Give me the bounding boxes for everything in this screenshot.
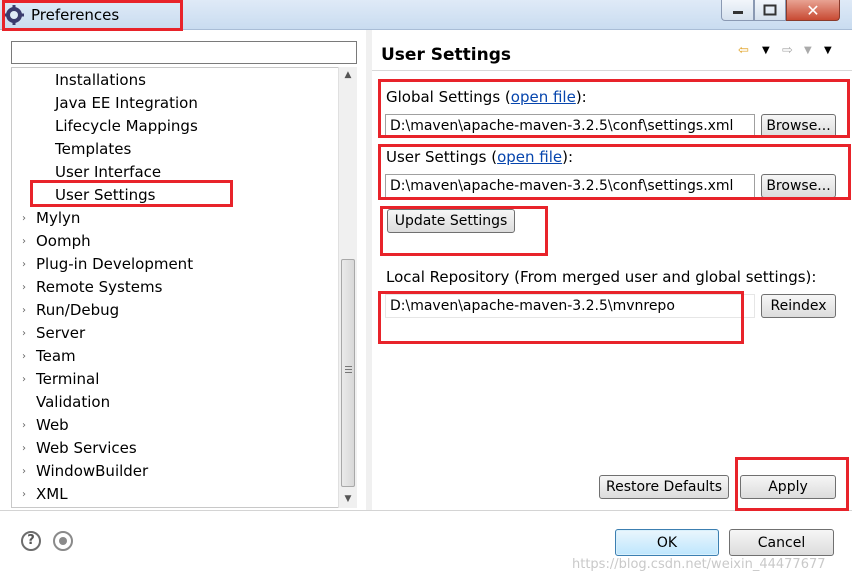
tree-item-team[interactable]: Team: [36, 347, 76, 366]
history-nav: ⇦ ▼ ⇨ ▼ ▼: [738, 42, 838, 60]
tree-item-plug-in-development[interactable]: Plug-in Development: [36, 255, 193, 274]
cancel-button[interactable]: Cancel: [729, 529, 834, 556]
maximize-icon: [763, 4, 777, 16]
expand-arrow-icon[interactable]: ›: [22, 485, 26, 504]
back-dropdown-icon[interactable]: ▼: [762, 42, 770, 60]
update-settings-button[interactable]: Update Settings: [387, 209, 515, 233]
scroll-up-arrow-icon[interactable]: ▲: [339, 67, 357, 84]
panel-sash[interactable]: [366, 30, 372, 510]
tree-item-xml[interactable]: XML: [36, 485, 68, 504]
grip-line: [345, 372, 352, 373]
user-settings-label-suffix: ):: [562, 148, 574, 166]
minimize-button[interactable]: [721, 0, 754, 21]
expand-arrow-icon[interactable]: ›: [22, 416, 26, 435]
expand-arrow-icon[interactable]: ›: [22, 324, 26, 343]
tree-item-installations[interactable]: Installations: [55, 71, 146, 90]
user-settings-label-text: User Settings (: [386, 148, 498, 166]
expand-arrow-icon[interactable]: ›: [22, 439, 26, 458]
expand-arrow-icon[interactable]: ›: [22, 370, 26, 389]
user-settings-path-field[interactable]: D:\maven\apache-maven-3.2.5\conf\setting…: [385, 174, 755, 198]
footer-divider: [0, 510, 852, 511]
grip-line: [345, 366, 352, 367]
expand-arrow-icon[interactable]: ›: [22, 232, 26, 251]
tree-item-validation[interactable]: Validation: [36, 393, 110, 412]
global-settings-label-text: Global Settings (: [386, 88, 511, 106]
tree-item-java-ee-integration[interactable]: Java EE Integration: [55, 94, 198, 113]
tree-item-lifecycle-mappings[interactable]: Lifecycle Mappings: [55, 117, 198, 136]
global-open-file-link[interactable]: open file: [511, 88, 576, 106]
tree-item-web[interactable]: Web: [36, 416, 69, 435]
user-open-file-link[interactable]: open file: [497, 148, 562, 166]
tree-item-server[interactable]: Server: [36, 324, 85, 343]
expand-arrow-icon[interactable]: ›: [22, 462, 26, 481]
ok-button[interactable]: OK: [615, 529, 719, 556]
tree-item-web-services[interactable]: Web Services: [36, 439, 137, 458]
tree-scrollbar[interactable]: ▲ ▼: [338, 67, 357, 508]
expand-arrow-icon[interactable]: ›: [22, 278, 26, 297]
minimize-icon: [732, 11, 743, 14]
forward-arrow-icon[interactable]: ⇨: [782, 42, 793, 60]
global-settings-label-suffix: ):: [575, 88, 587, 106]
tree-item-oomph[interactable]: Oomph: [36, 232, 91, 251]
expand-arrow-icon[interactable]: ›: [22, 255, 26, 274]
tree-item-templates[interactable]: Templates: [55, 140, 131, 159]
scroll-down-arrow-icon[interactable]: ▼: [339, 491, 357, 508]
view-menu-icon[interactable]: ▼: [824, 42, 832, 60]
tree-item-windowbuilder[interactable]: WindowBuilder: [36, 462, 148, 481]
global-settings-path-field[interactable]: D:\maven\apache-maven-3.2.5\conf\setting…: [385, 114, 755, 138]
tree-item-terminal[interactable]: Terminal: [36, 370, 99, 389]
eclipse-gear-icon: [4, 5, 24, 25]
local-repository-path-field[interactable]: D:\maven\apache-maven-3.2.5\mvnrepo: [385, 294, 755, 318]
user-settings-label: User Settings (open file):: [386, 148, 573, 166]
restore-defaults-button[interactable]: Restore Defaults: [599, 475, 729, 499]
preferences-tree: Installations Java EE Integration Lifecy…: [11, 67, 357, 508]
reindex-button[interactable]: Reindex: [761, 294, 836, 318]
close-icon: ✕: [806, 0, 820, 20]
tree-item-mylyn[interactable]: Mylyn: [36, 209, 80, 228]
local-repository-label: Local Repository (From merged user and g…: [386, 268, 817, 286]
window-title: Preferences: [31, 6, 120, 24]
grip-line: [345, 369, 352, 370]
back-arrow-icon[interactable]: ⇦: [738, 42, 749, 60]
page-title: User Settings: [381, 45, 511, 65]
close-button[interactable]: ✕: [786, 0, 840, 21]
global-browse-button[interactable]: Browse...: [761, 114, 836, 138]
filter-input[interactable]: [11, 41, 357, 64]
expand-arrow-icon[interactable]: ›: [22, 209, 26, 228]
forward-dropdown-icon[interactable]: ▼: [804, 42, 812, 60]
apply-button[interactable]: Apply: [740, 475, 836, 499]
scroll-thumb[interactable]: [341, 259, 355, 487]
tree-item-user-settings[interactable]: User Settings: [55, 186, 156, 205]
record-macro-icon[interactable]: [53, 531, 73, 551]
tree-item-remote-systems[interactable]: Remote Systems: [36, 278, 162, 297]
watermark: https://blog.csdn.net/weixin_44477677: [572, 557, 826, 572]
user-browse-button[interactable]: Browse...: [761, 174, 836, 198]
tree-item-run-debug[interactable]: Run/Debug: [36, 301, 119, 320]
help-icon[interactable]: ?: [21, 531, 41, 551]
maximize-button[interactable]: [754, 0, 786, 21]
global-settings-label: Global Settings (open file):: [386, 88, 587, 106]
title-bar[interactable]: Preferences ✕: [0, 0, 852, 30]
tree-item-user-interface[interactable]: User Interface: [55, 163, 161, 182]
header-divider: [372, 70, 852, 71]
expand-arrow-icon[interactable]: ›: [22, 301, 26, 320]
expand-arrow-icon[interactable]: ›: [22, 347, 26, 366]
